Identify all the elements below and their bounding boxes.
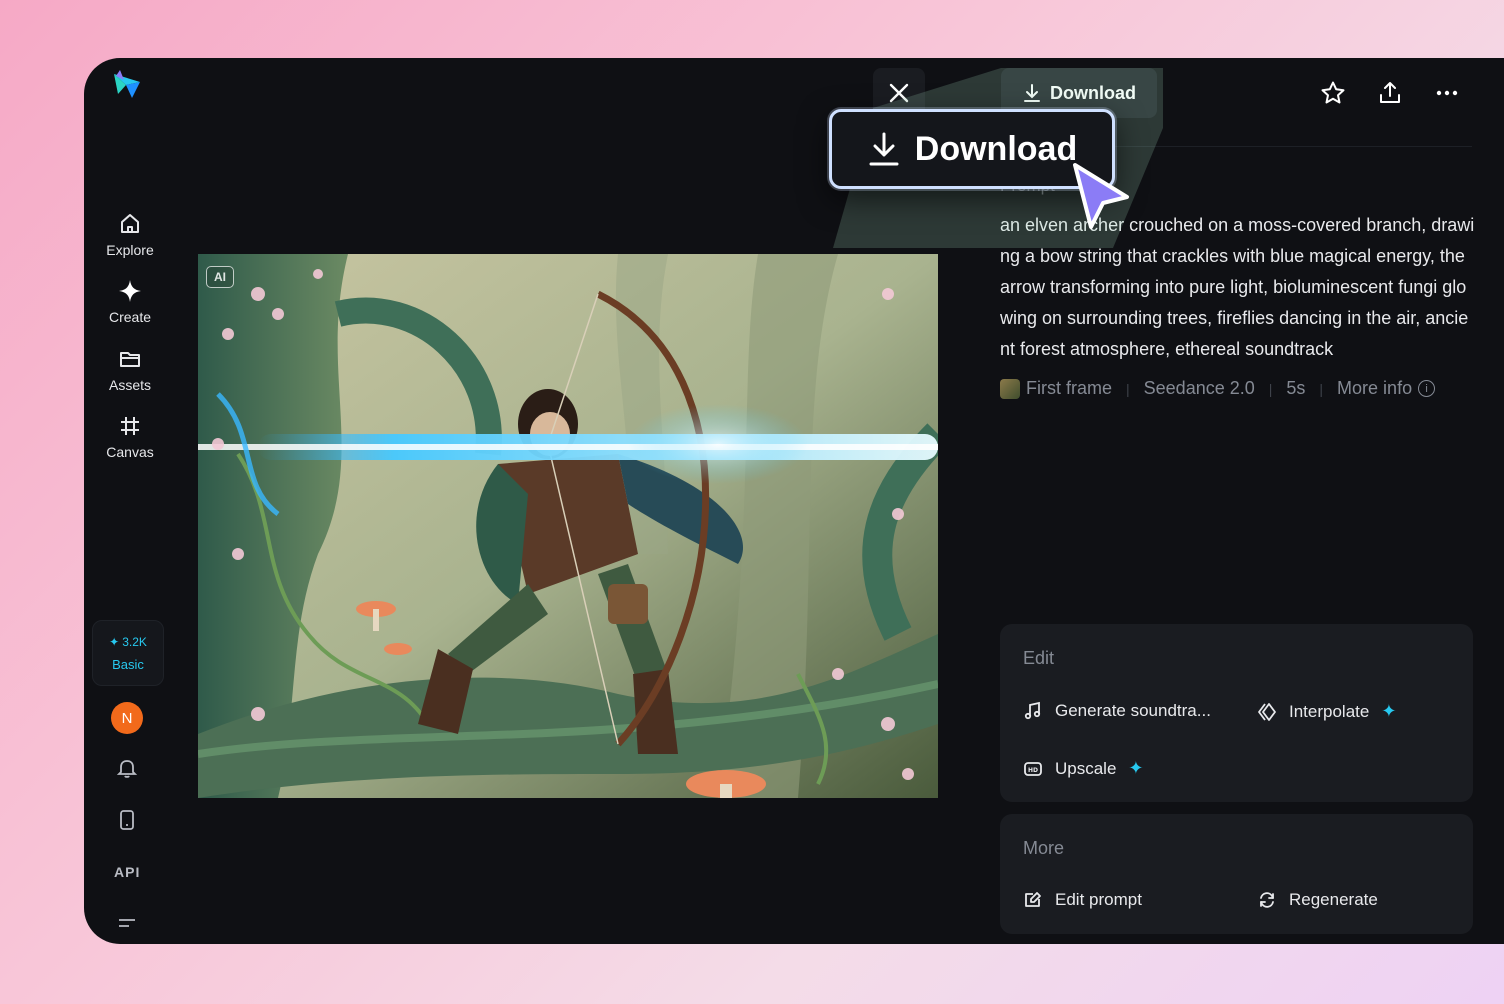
sidebar-item-assets[interactable]: Assets — [94, 347, 166, 403]
upscale-button[interactable]: HD Upscale ✦ — [1023, 758, 1144, 779]
reference-label: First frame — [1026, 378, 1113, 398]
plan-tier: Basic — [112, 656, 144, 672]
sidebar-item-label: Create — [108, 309, 152, 325]
sidebar: Explore Create Assets Canvas ✦ 3.2K Basi… — [84, 58, 176, 944]
credits-amount: ✦ 3.2K — [109, 635, 147, 649]
premium-sparkle-icon: ✦ — [1381, 701, 1397, 721]
download-icon — [1024, 84, 1040, 102]
sidebar-item-create[interactable]: Create — [94, 279, 166, 335]
meta-separator: | — [1319, 380, 1324, 397]
action-label: Upscale — [1055, 758, 1117, 778]
reference-frame[interactable]: First frame — [1000, 378, 1112, 399]
action-label: Interpolate — [1289, 701, 1370, 721]
avatar[interactable]: N — [111, 702, 143, 734]
more-info-label: More info — [1337, 378, 1413, 398]
folder-icon — [120, 352, 140, 367]
home-icon — [121, 214, 139, 233]
edit-card: Edit Generate soundtra... Interpolate ✦ … — [1000, 624, 1473, 802]
interpolate-icon — [1258, 702, 1276, 721]
bell-icon[interactable] — [115, 756, 139, 780]
meta-separator: | — [1268, 380, 1273, 397]
sidebar-item-label: Assets — [108, 377, 151, 393]
model-name: Seedance 2.0 — [1143, 378, 1255, 398]
generate-soundtrack-button[interactable]: Generate soundtra... — [1023, 701, 1211, 721]
sidebar-item-label: Explore — [106, 242, 154, 258]
sparkle-icon — [119, 280, 141, 302]
download-callout-label: Download — [914, 129, 1078, 168]
premium-sparkle-icon: ✦ — [1128, 758, 1144, 778]
hd-icon: HD — [1024, 761, 1042, 776]
generation-meta: First frame | Seedance 2.0 | 5s | More i… — [1000, 378, 1436, 399]
share-icon[interactable] — [1377, 80, 1403, 106]
more-options-icon[interactable] — [1434, 80, 1460, 106]
close-icon — [889, 83, 909, 103]
svg-text:HD: HD — [1028, 767, 1038, 774]
more-card-title: More — [1023, 838, 1065, 858]
action-label: Regenerate — [1289, 890, 1378, 909]
sidebar-item-canvas[interactable]: Canvas — [94, 414, 166, 470]
generated-image[interactable]: AI — [198, 254, 938, 798]
more-info-link[interactable]: More info i — [1337, 378, 1436, 399]
edit-prompt-button[interactable]: Edit prompt — [1023, 890, 1142, 910]
mobile-icon[interactable] — [115, 808, 139, 832]
download-icon — [869, 132, 899, 166]
edit-card-title: Edit — [1023, 648, 1055, 668]
star-icon[interactable] — [1320, 80, 1346, 106]
forest-archer-illustration — [198, 254, 938, 798]
sidebar-item-label: Canvas — [106, 444, 154, 460]
menu-icon[interactable] — [115, 912, 139, 936]
action-label: Edit prompt — [1055, 890, 1142, 909]
pointer-cursor-icon — [1073, 163, 1129, 229]
api-link[interactable]: API — [114, 864, 140, 880]
action-label: Generate soundtra... — [1055, 701, 1211, 720]
meta-separator: | — [1126, 380, 1130, 397]
ai-badge: AI — [206, 266, 234, 288]
music-note-icon — [1024, 701, 1041, 720]
edit-prompt-icon — [1025, 892, 1041, 907]
app-window: Explore Create Assets Canvas ✦ 3.2K Basi… — [84, 58, 1504, 944]
credits-badge[interactable]: ✦ 3.2K Basic — [92, 620, 164, 686]
credits-value: 3.2K — [122, 634, 147, 649]
info-icon: i — [1418, 380, 1436, 397]
app-logo[interactable] — [110, 68, 144, 102]
duration: 5s — [1286, 378, 1306, 398]
regenerate-icon — [1260, 892, 1274, 908]
regenerate-button[interactable]: Regenerate — [1257, 890, 1378, 910]
download-label: Download — [1050, 82, 1136, 103]
sparkle-icon: ✦ — [109, 634, 120, 649]
sidebar-item-explore[interactable]: Explore — [94, 212, 166, 268]
hash-frame-icon — [121, 417, 139, 435]
first-frame-thumbnail — [1000, 378, 1020, 399]
more-card: More Edit prompt Regenerate — [1000, 814, 1473, 934]
interpolate-button[interactable]: Interpolate ✦ — [1257, 701, 1396, 722]
